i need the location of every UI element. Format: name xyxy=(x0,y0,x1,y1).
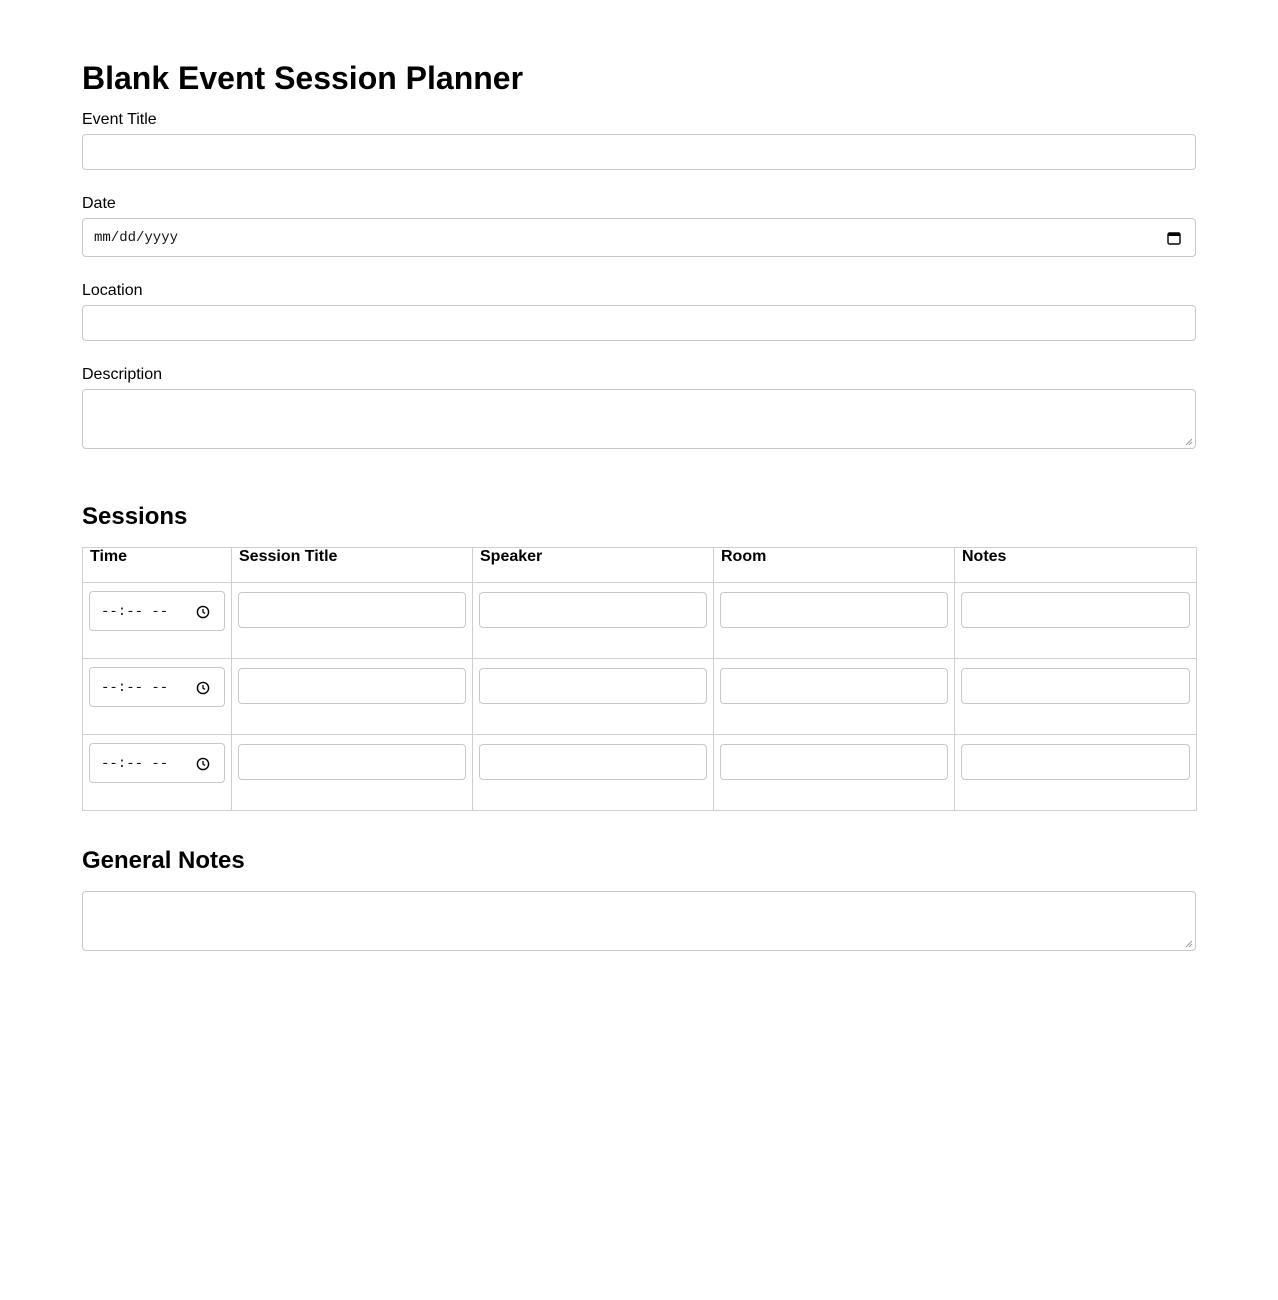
notes-input[interactable] xyxy=(961,744,1190,780)
table-row: --:-- -- xyxy=(82,658,1197,735)
description-textarea[interactable] xyxy=(82,389,1196,449)
table-row: --:-- -- xyxy=(82,734,1197,811)
speaker-cell xyxy=(472,658,714,735)
description-label: Description xyxy=(82,366,163,383)
column-header-notes: Notes xyxy=(954,547,1197,583)
general-notes-heading: General Notes xyxy=(82,847,245,874)
time-input[interactable]: --:-- -- xyxy=(89,591,225,631)
clock-icon[interactable] xyxy=(196,757,210,771)
room-cell xyxy=(713,734,955,811)
room-input[interactable] xyxy=(720,668,948,704)
time-input[interactable]: --:-- -- xyxy=(89,667,225,707)
calendar-icon[interactable] xyxy=(1167,231,1181,245)
time-input[interactable]: --:-- -- xyxy=(89,743,225,783)
room-cell xyxy=(713,658,955,735)
speaker-cell xyxy=(472,734,714,811)
session-title-cell xyxy=(231,734,473,811)
column-header-session-title: Session Title xyxy=(231,547,473,583)
notes-input[interactable] xyxy=(961,592,1190,628)
session-title-input[interactable] xyxy=(238,744,466,780)
resize-grip-icon[interactable] xyxy=(1185,940,1193,948)
general-notes-textarea[interactable] xyxy=(82,891,1196,951)
time-placeholder: --:-- -- xyxy=(101,680,169,696)
notes-cell xyxy=(954,734,1197,811)
clock-icon[interactable] xyxy=(196,605,210,619)
time-cell: --:-- -- xyxy=(82,582,232,659)
room-input[interactable] xyxy=(720,592,948,628)
event-title-label: Event Title xyxy=(82,111,157,128)
session-title-cell xyxy=(231,658,473,735)
notes-input[interactable] xyxy=(961,668,1190,704)
column-header-speaker: Speaker xyxy=(472,547,714,583)
speaker-input[interactable] xyxy=(479,668,707,704)
notes-cell xyxy=(954,582,1197,659)
session-title-input[interactable] xyxy=(238,592,466,628)
session-title-input[interactable] xyxy=(238,668,466,704)
column-header-time: Time xyxy=(82,547,232,583)
time-cell: --:-- -- xyxy=(82,658,232,735)
location-label: Location xyxy=(82,282,143,299)
time-cell: --:-- -- xyxy=(82,734,232,811)
date-input[interactable]: mm/dd/yyyy xyxy=(82,218,1196,257)
resize-grip-icon[interactable] xyxy=(1185,438,1193,446)
clock-icon[interactable] xyxy=(196,681,210,695)
time-placeholder: --:-- -- xyxy=(101,604,169,620)
notes-cell xyxy=(954,658,1197,735)
session-title-cell xyxy=(231,582,473,659)
room-cell xyxy=(713,582,955,659)
table-row: --:-- -- xyxy=(82,582,1197,659)
page-title: Blank Event Session Planner xyxy=(82,60,524,96)
sessions-header-row: Time Session Title Speaker Room Notes xyxy=(82,547,1197,583)
location-input[interactable] xyxy=(82,305,1196,341)
room-input[interactable] xyxy=(720,744,948,780)
speaker-input[interactable] xyxy=(479,592,707,628)
date-label: Date xyxy=(82,195,116,212)
date-placeholder: mm/dd/yyyy xyxy=(94,230,179,246)
sessions-heading: Sessions xyxy=(82,503,188,530)
event-title-input[interactable] xyxy=(82,134,1196,170)
time-placeholder: --:-- -- xyxy=(101,756,169,772)
speaker-input[interactable] xyxy=(479,744,707,780)
planner-page: Blank Event Session Planner Event Title … xyxy=(82,0,1197,951)
sessions-table: Time Session Title Speaker Room Notes --… xyxy=(82,547,1197,811)
speaker-cell xyxy=(472,582,714,659)
column-header-room: Room xyxy=(713,547,955,583)
